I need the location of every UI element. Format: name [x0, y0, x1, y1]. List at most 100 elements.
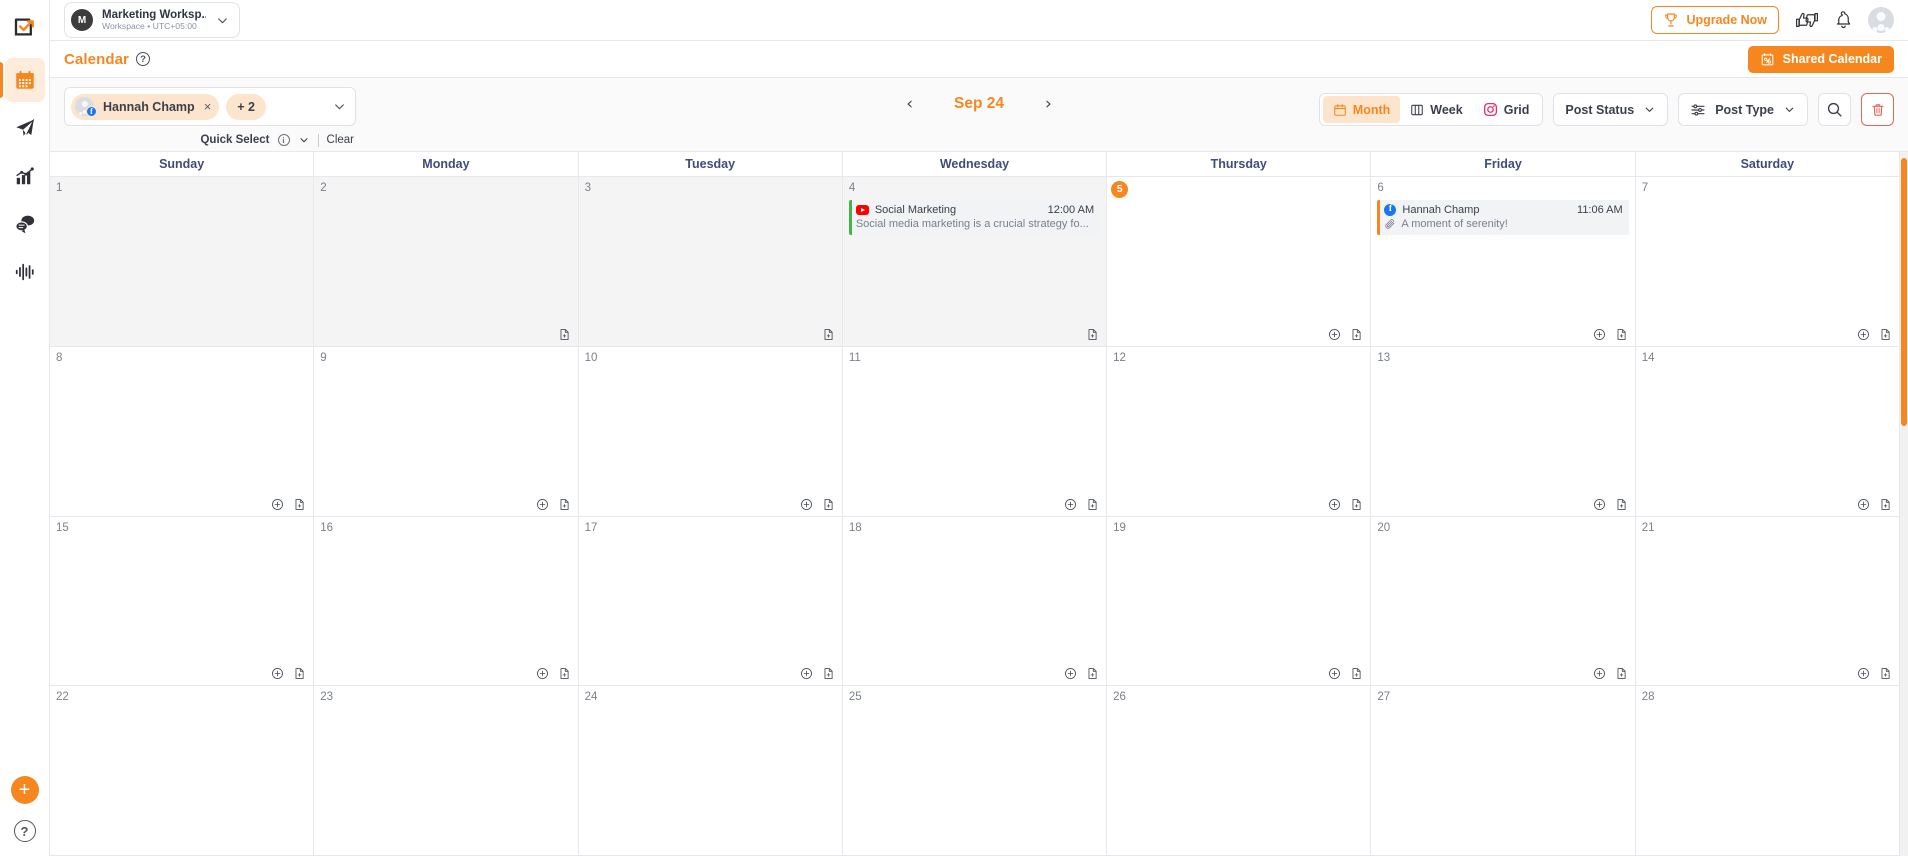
document-plus-icon[interactable]: [1879, 667, 1892, 680]
calendar-day-cell[interactable]: 12: [1107, 347, 1371, 517]
document-plus-icon[interactable]: [1615, 498, 1628, 511]
create-new-button[interactable]: +: [11, 776, 39, 804]
plus-circle-icon[interactable]: [536, 498, 549, 511]
document-plus-icon[interactable]: [1350, 328, 1363, 341]
calendar-day-cell[interactable]: 7: [1636, 177, 1899, 347]
plus-circle-icon[interactable]: [1328, 667, 1341, 680]
next-month-button[interactable]: ›: [1045, 96, 1052, 113]
app-logo-checkbox-icon[interactable]: [5, 6, 45, 48]
calendar-day-cell[interactable]: 23: [314, 686, 578, 856]
document-plus-icon[interactable]: [558, 328, 571, 341]
sidebar-item-engage[interactable]: [5, 202, 45, 246]
plus-circle-icon[interactable]: [1328, 328, 1341, 341]
help-button[interactable]: ?: [14, 820, 36, 842]
calendar-day-cell[interactable]: 1: [50, 177, 314, 347]
calendar-event-card[interactable]: Social Marketing12:00 AMSocial media mar…: [849, 200, 1100, 235]
plus-circle-icon[interactable]: [1857, 667, 1870, 680]
calendar-day-cell[interactable]: 4Social Marketing12:00 AMSocial media ma…: [843, 177, 1107, 347]
calendar-day-cell[interactable]: 18: [843, 517, 1107, 687]
document-plus-icon[interactable]: [558, 498, 571, 511]
sidebar-item-listening[interactable]: [5, 250, 45, 294]
tab-week[interactable]: Week: [1400, 96, 1472, 123]
calendar-day-cell[interactable]: 8: [50, 347, 314, 517]
chevron-down-icon[interactable]: [332, 99, 347, 114]
plus-circle-icon[interactable]: [1064, 498, 1077, 511]
thumbs-up-down-icon[interactable]: [1795, 10, 1819, 30]
sidebar-item-calendar[interactable]: [5, 58, 45, 102]
calendar-day-cell[interactable]: 27: [1371, 686, 1635, 856]
calendar-day-cell[interactable]: 5: [1107, 177, 1371, 347]
calendar-day-cell[interactable]: 2: [314, 177, 578, 347]
scrollbar[interactable]: [1899, 152, 1908, 856]
plus-circle-icon[interactable]: [1857, 498, 1870, 511]
document-plus-icon[interactable]: [1350, 498, 1363, 511]
calendar-day-cell[interactable]: 14: [1636, 347, 1899, 517]
sidebar-item-publish[interactable]: [5, 106, 45, 150]
calendar-day-cell[interactable]: 19: [1107, 517, 1371, 687]
account-select[interactable]: f Hannah Champ × + 2: [64, 87, 356, 126]
plus-circle-icon[interactable]: [800, 498, 813, 511]
close-icon[interactable]: ×: [204, 100, 212, 113]
calendar-day-cell[interactable]: 3: [579, 177, 843, 347]
document-plus-icon[interactable]: [822, 667, 835, 680]
more-accounts-badge[interactable]: + 2: [226, 94, 266, 120]
plus-circle-icon[interactable]: [1593, 667, 1606, 680]
calendar-day-cell[interactable]: 11: [843, 347, 1107, 517]
calendar-day-cell[interactable]: 24: [579, 686, 843, 856]
tab-month[interactable]: Month: [1323, 96, 1400, 123]
document-plus-icon[interactable]: [1879, 498, 1892, 511]
calendar-day-cell[interactable]: 22: [50, 686, 314, 856]
plus-circle-icon[interactable]: [1857, 328, 1870, 341]
calendar-day-cell[interactable]: 9: [314, 347, 578, 517]
document-plus-icon[interactable]: [1086, 498, 1099, 511]
plus-circle-icon[interactable]: [1593, 498, 1606, 511]
plus-circle-icon[interactable]: [1328, 498, 1341, 511]
chevron-down-icon[interactable]: [298, 134, 310, 146]
shared-calendar-button[interactable]: Shared Calendar: [1748, 46, 1894, 73]
quick-select-label[interactable]: Quick Select: [200, 134, 269, 146]
document-plus-icon[interactable]: [293, 667, 306, 680]
calendar-day-cell[interactable]: 15: [50, 517, 314, 687]
document-plus-icon[interactable]: [293, 498, 306, 511]
calendar-day-cell[interactable]: 21: [1636, 517, 1899, 687]
plus-circle-icon[interactable]: [800, 667, 813, 680]
workspace-switcher[interactable]: M Marketing Worksp... Workspace • UTC+05…: [64, 2, 240, 38]
document-plus-icon[interactable]: [1086, 667, 1099, 680]
info-icon[interactable]: i: [278, 134, 290, 146]
calendar-day-cell[interactable]: 26: [1107, 686, 1371, 856]
calendar-day-cell[interactable]: 20: [1371, 517, 1635, 687]
clear-filters-button[interactable]: Clear: [327, 134, 354, 146]
post-status-filter[interactable]: Post Status: [1553, 93, 1668, 126]
scrollbar-thumb[interactable]: [1901, 158, 1907, 426]
prev-month-button[interactable]: ‹: [906, 96, 913, 113]
plus-circle-icon[interactable]: [1593, 328, 1606, 341]
calendar-day-cell[interactable]: 13: [1371, 347, 1635, 517]
document-plus-icon[interactable]: [822, 328, 835, 341]
calendar-day-cell[interactable]: 16: [314, 517, 578, 687]
search-button[interactable]: [1818, 93, 1851, 126]
sidebar-item-analytics[interactable]: [5, 154, 45, 198]
plus-circle-icon[interactable]: [271, 498, 284, 511]
document-plus-icon[interactable]: [1615, 328, 1628, 341]
plus-circle-icon[interactable]: [536, 667, 549, 680]
post-type-filter[interactable]: Post Type: [1678, 93, 1808, 126]
document-plus-icon[interactable]: [1350, 667, 1363, 680]
page-help-icon[interactable]: ?: [136, 52, 150, 66]
document-plus-icon[interactable]: [822, 498, 835, 511]
delete-button[interactable]: [1861, 93, 1894, 126]
bell-icon[interactable]: [1834, 10, 1853, 31]
document-plus-icon[interactable]: [1086, 328, 1099, 341]
calendar-day-cell[interactable]: 10: [579, 347, 843, 517]
plus-circle-icon[interactable]: [271, 667, 284, 680]
document-plus-icon[interactable]: [1879, 328, 1892, 341]
calendar-day-cell[interactable]: 6fHannah Champ11:06 AMA moment of sereni…: [1371, 177, 1635, 347]
document-plus-icon[interactable]: [1615, 667, 1628, 680]
tab-grid[interactable]: Grid: [1473, 96, 1540, 123]
calendar-day-cell[interactable]: 17: [579, 517, 843, 687]
calendar-day-cell[interactable]: 28: [1636, 686, 1899, 856]
plus-circle-icon[interactable]: [1064, 667, 1077, 680]
calendar-day-cell[interactable]: 25: [843, 686, 1107, 856]
document-plus-icon[interactable]: [558, 667, 571, 680]
calendar-event-card[interactable]: fHannah Champ11:06 AMA moment of serenit…: [1377, 200, 1628, 235]
upgrade-now-button[interactable]: Upgrade Now: [1651, 6, 1779, 34]
